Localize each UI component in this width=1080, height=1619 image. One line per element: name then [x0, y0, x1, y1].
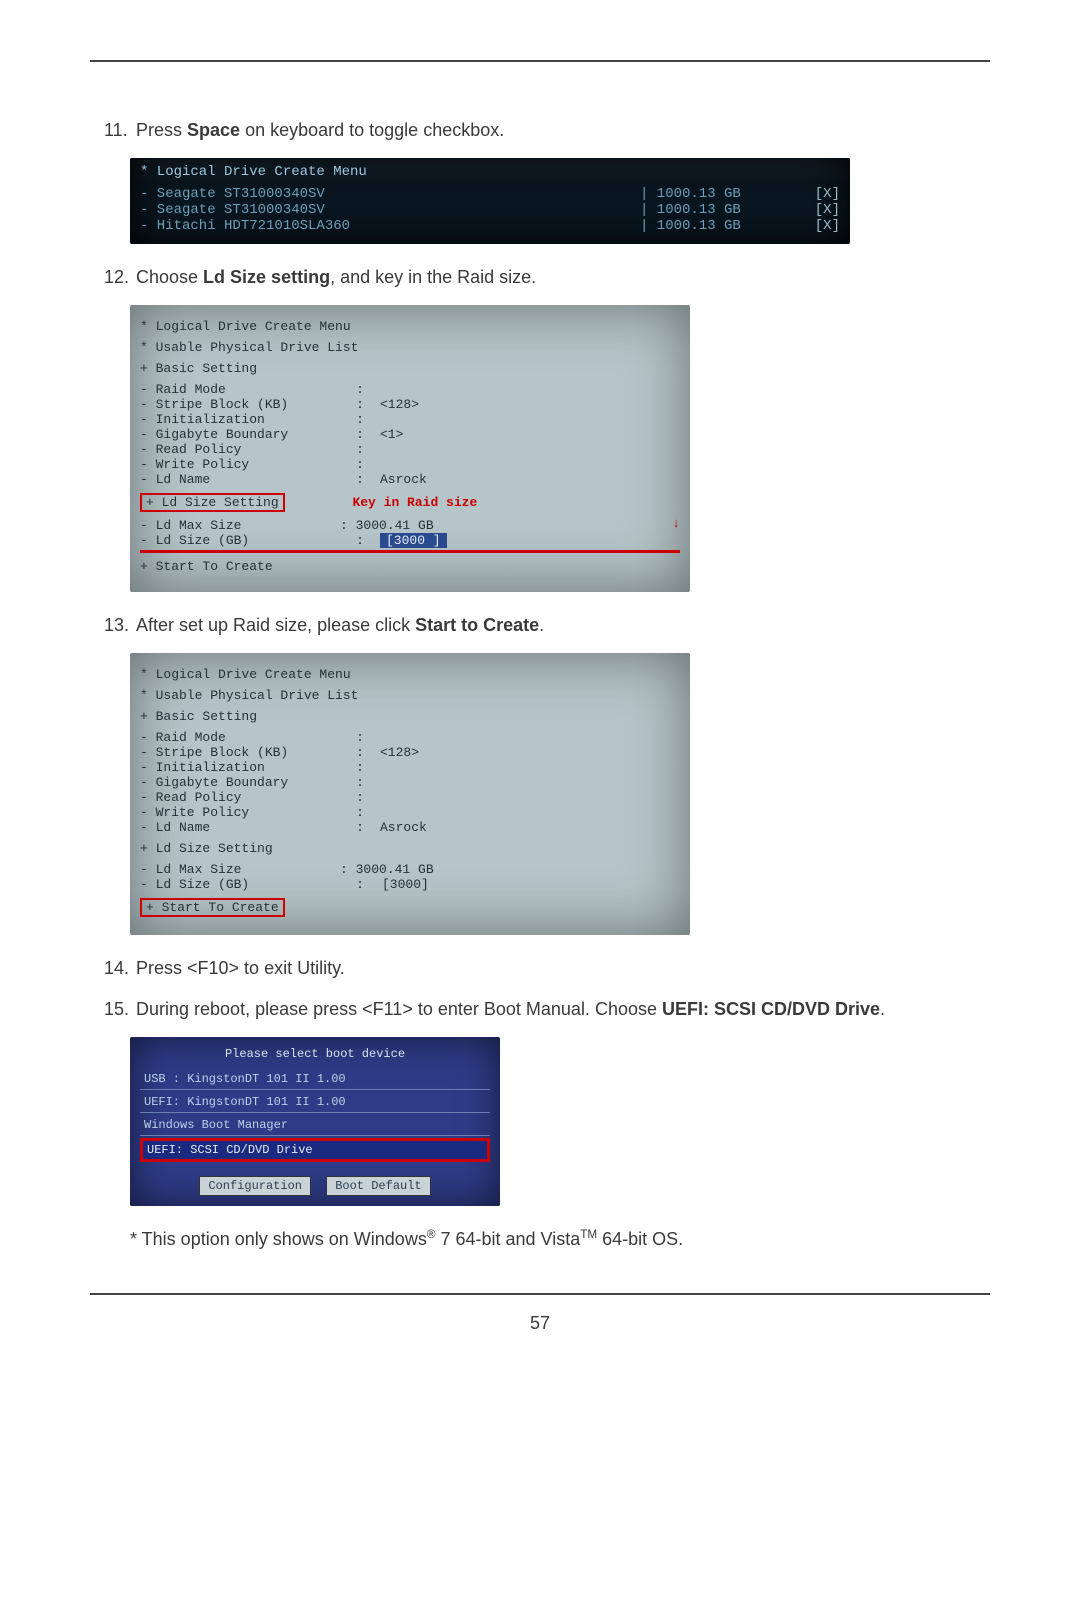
manual-page: 11. Press Space on keyboard to toggle ch…	[0, 0, 1080, 1619]
step-11: 11. Press Space on keyboard to toggle ch…	[104, 117, 990, 144]
step-text: After set up Raid size, please click Sta…	[136, 612, 544, 639]
step-number: 15.	[104, 996, 130, 1023]
drive-row: - Hitachi HDT721010SLA360 | 1000.13 GB […	[140, 218, 840, 234]
step-14: 14. Press <F10> to exit Utility.	[104, 955, 990, 982]
basic-setting-header: + Basic Setting	[140, 709, 680, 724]
checkbox-icon: [X]	[800, 186, 840, 202]
bios-setting-row: - Raid Mode:	[140, 382, 680, 397]
footnote: * This option only shows on Windows® 7 6…	[130, 1226, 990, 1253]
key-in-raid-size-label: Key in Raid size	[352, 495, 477, 510]
bios-setting-row: - Stripe Block (KB):<128>	[140, 397, 680, 412]
step-number: 14.	[104, 955, 130, 982]
ld-size-setting-highlight: + Ld Size Setting	[140, 493, 285, 512]
bios-setting-row: - Gigabyte Boundary:<1>	[140, 427, 680, 442]
bios-setting-row: - Write Policy:	[140, 805, 680, 820]
ld-create-header: * Logical Drive Create Menu	[140, 319, 680, 334]
step-number: 11.	[104, 117, 130, 144]
bios-setting-row: - Read Policy:	[140, 790, 680, 805]
bios-setting-row: - Gigabyte Boundary:	[140, 775, 680, 790]
start-to-create-highlight: + Start To Create	[140, 898, 285, 917]
step-text: Press <F10> to exit Utility.	[136, 955, 345, 982]
drive-row: - Seagate ST31000340SV | 1000.13 GB [X]	[140, 202, 840, 218]
basic-setting-header: + Basic Setting	[140, 361, 680, 376]
step-15: 15. During reboot, please press <F11> to…	[104, 996, 990, 1023]
ld-create-header: * Logical Drive Create Menu	[140, 667, 680, 682]
bios-setting-row: - Ld Name:Asrock	[140, 820, 680, 835]
screenshot-boot-menu: Please select boot device USB : Kingston…	[130, 1037, 500, 1206]
boot-option: UEFI: KingstonDT 101 II 1.00	[140, 1092, 490, 1113]
boot-option: USB : KingstonDT 101 II 1.00	[140, 1069, 490, 1090]
step-text: During reboot, please press <F11> to ent…	[136, 996, 885, 1023]
checkbox-icon: [X]	[800, 202, 840, 218]
bios-setting-row: - Initialization:	[140, 412, 680, 427]
usable-drive-header: * Usable Physical Drive List	[140, 688, 680, 703]
ld-size-value: [3000]	[380, 877, 431, 892]
boot-menu-title: Please select boot device	[140, 1047, 490, 1061]
usable-drive-header: * Usable Physical Drive List	[140, 340, 680, 355]
screenshot-ld-size-setting: * Logical Drive Create Menu * Usable Phy…	[130, 305, 690, 592]
page-number: 57	[90, 1313, 990, 1334]
step-number: 12.	[104, 264, 130, 291]
bios-setting-row: - Ld Name:Asrock	[140, 472, 680, 487]
bios-setting-row: - Initialization:	[140, 760, 680, 775]
bios-setting-row: - Write Policy:	[140, 457, 680, 472]
step-text: Choose Ld Size setting, and key in the R…	[136, 264, 536, 291]
boot-default-button: Boot Default	[326, 1176, 430, 1196]
step-12: 12. Choose Ld Size setting, and key in t…	[104, 264, 990, 291]
step-text: Press Space on keyboard to toggle checkb…	[136, 117, 504, 144]
step-number: 13.	[104, 612, 130, 639]
step-13: 13. After set up Raid size, please click…	[104, 612, 990, 639]
ld-size-setting-header: + Ld Size Setting	[140, 841, 680, 856]
bios-setting-row: - Stripe Block (KB):<128>	[140, 745, 680, 760]
boot-option: Windows Boot Manager	[140, 1115, 490, 1136]
bios-setting-row: - Raid Mode:	[140, 730, 680, 745]
configuration-button: Configuration	[199, 1176, 311, 1196]
arrow-down-icon: ↓	[672, 518, 680, 533]
drive-row: - Seagate ST31000340SV | 1000.13 GB [X]	[140, 186, 840, 202]
bios-setting-row: - Read Policy:	[140, 442, 680, 457]
screenshot-drive-toggle: * Logical Drive Create Menu - Seagate ST…	[130, 158, 850, 244]
checkbox-icon: [X]	[800, 218, 840, 234]
bottom-rule	[90, 1293, 990, 1295]
ld-size-input: [3000 ]	[380, 533, 447, 548]
start-to-create-item: + Start To Create	[140, 559, 680, 574]
screenshot-start-to-create: * Logical Drive Create Menu * Usable Phy…	[130, 653, 690, 935]
top-rule	[90, 60, 990, 62]
boot-option-selected: UEFI: SCSI CD/DVD Drive	[140, 1138, 490, 1162]
ld-create-header: * Logical Drive Create Menu	[140, 164, 840, 180]
